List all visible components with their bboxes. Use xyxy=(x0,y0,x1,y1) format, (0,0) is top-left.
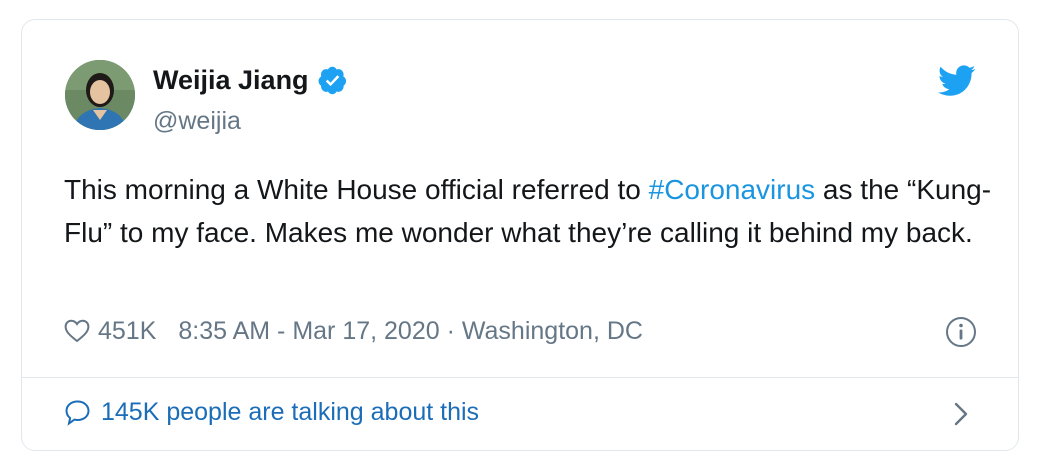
author-name[interactable]: Weijia Jiang xyxy=(153,64,309,96)
like-count[interactable]: 451K xyxy=(98,316,156,346)
author-handle[interactable]: @weijia xyxy=(153,106,241,136)
info-icon[interactable] xyxy=(945,316,977,348)
tweet-text: This morning a White House official refe… xyxy=(64,168,994,254)
tweet-meta: 451K 8:35 AM - Mar 17, 2020 · Washington… xyxy=(64,316,643,346)
timestamp-location[interactable]: 8:35 AM - Mar 17, 2020 · Washington, DC xyxy=(178,316,643,346)
conversation-link[interactable]: 145K people are talking about this xyxy=(64,397,479,427)
hashtag-link[interactable]: #Coronavirus xyxy=(649,174,816,205)
divider xyxy=(22,377,1018,378)
conversation-label: 145K people are talking about this xyxy=(101,398,480,426)
speech-bubble-icon xyxy=(65,399,90,426)
tweet-card[interactable]: Weijia Jiang @weijia This morning a Whit… xyxy=(21,19,1019,451)
chevron-right-icon[interactable] xyxy=(953,401,969,427)
tweet-text-start: This morning a White House official refe… xyxy=(64,174,649,205)
heart-icon[interactable] xyxy=(64,319,90,343)
verified-badge-icon xyxy=(318,66,346,94)
avatar[interactable] xyxy=(65,60,135,130)
twitter-bird-icon[interactable] xyxy=(938,65,976,97)
avatar-image xyxy=(65,60,135,130)
